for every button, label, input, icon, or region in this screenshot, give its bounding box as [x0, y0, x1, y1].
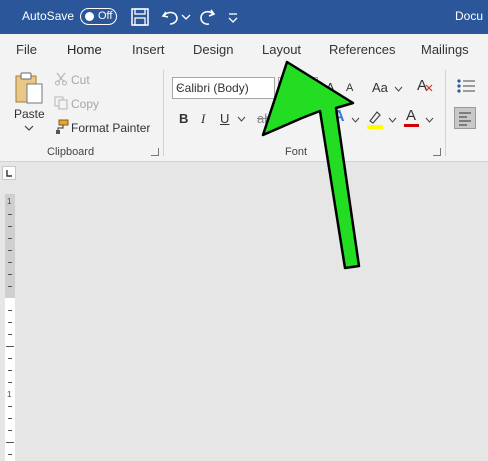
annotation-arrow [261, 60, 361, 270]
